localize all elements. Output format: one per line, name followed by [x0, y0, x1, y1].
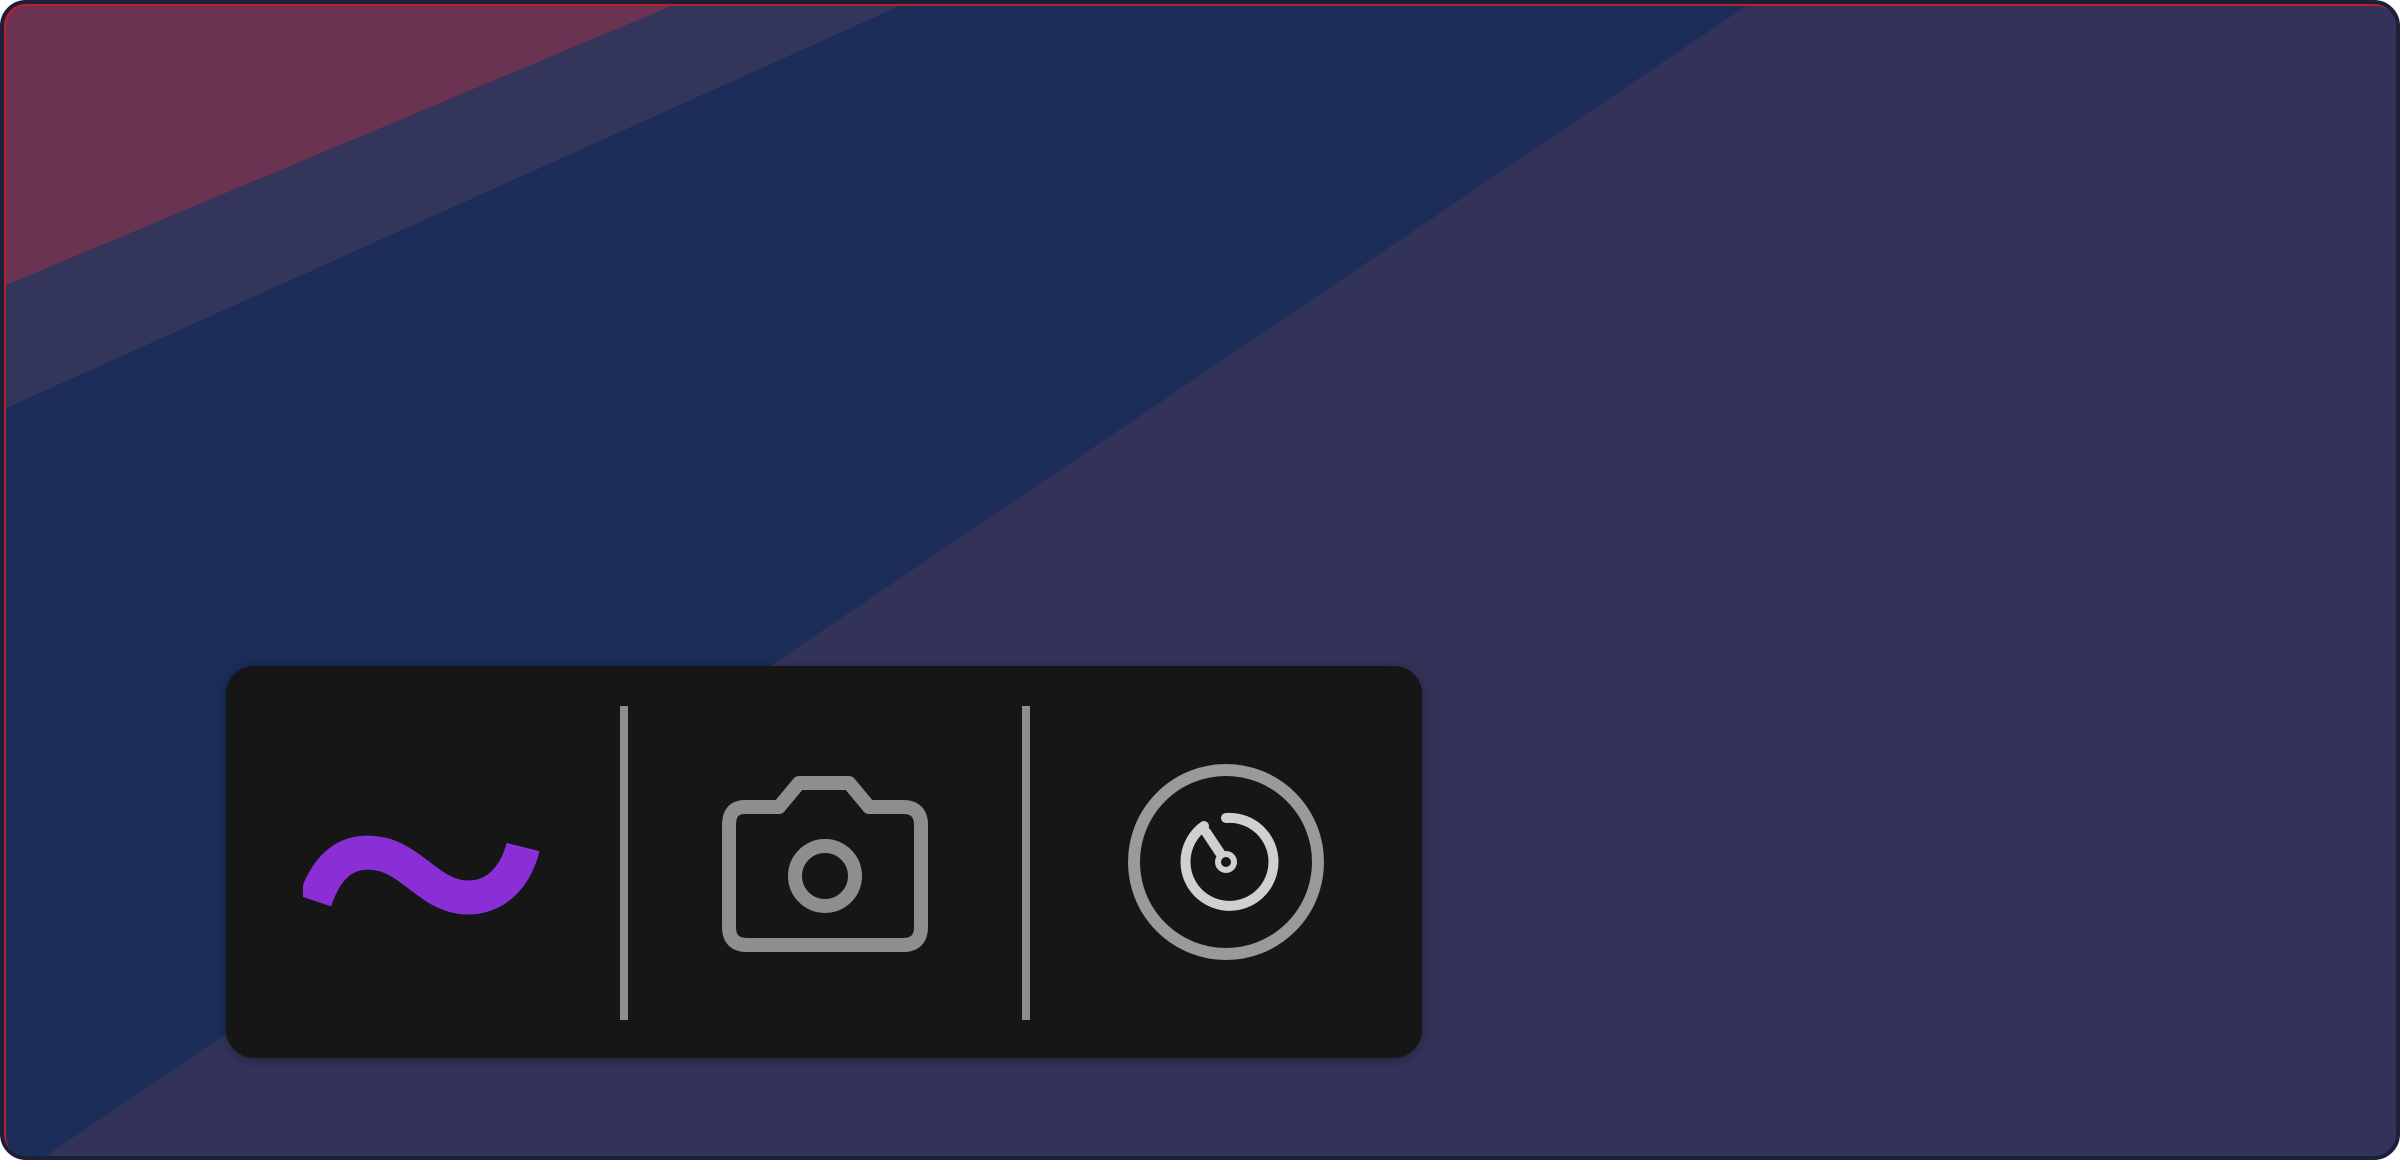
timer-dial-icon: [1126, 762, 1326, 962]
app-window: [0, 0, 2400, 1160]
toolbar-divider: [620, 706, 628, 1020]
squiggle-icon: [303, 807, 543, 917]
screenshot-button[interactable]: [628, 666, 1022, 1058]
camera-icon: [715, 769, 935, 955]
floating-toolbar: [226, 666, 1422, 1058]
draw-button[interactable]: [226, 666, 620, 1058]
toolbar-divider: [1022, 706, 1030, 1020]
timer-button[interactable]: [1030, 666, 1422, 1058]
